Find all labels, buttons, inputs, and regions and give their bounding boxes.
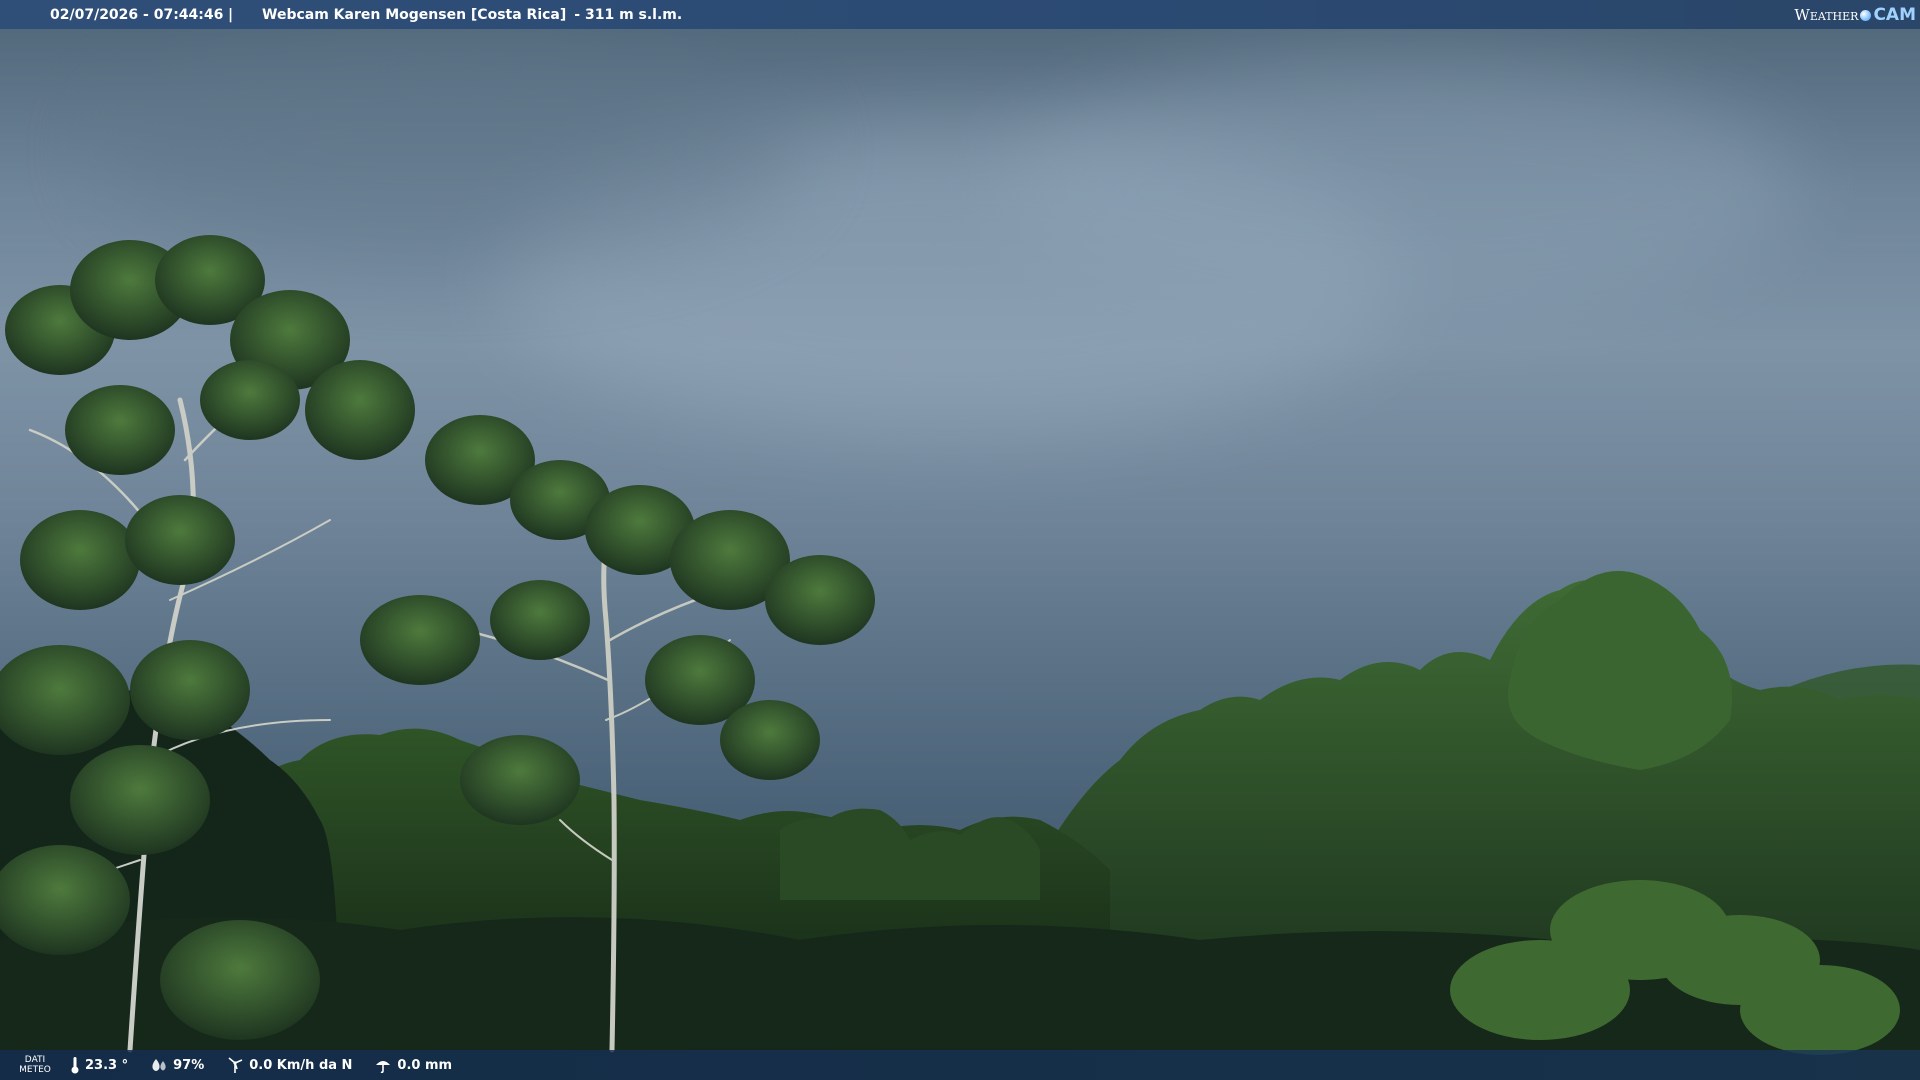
humidity-icon [152, 1059, 166, 1071]
timestamp: 02/07/2026 - 07:44:46 [50, 6, 224, 23]
webcam-title: Webcam Karen Mogensen [Costa Rica] [262, 6, 567, 23]
wind-icon [228, 1057, 243, 1073]
top-info-bar: 02/07/2026 - 07:44:46 | Webcam Karen Mog… [0, 0, 1920, 29]
logo-text-weather: Weather [1794, 6, 1859, 24]
webcam-frame: 02/07/2026 - 07:44:46 | Webcam Karen Mog… [0, 0, 1920, 1080]
humidity-stat: 97% [150, 1057, 204, 1073]
wind-stat: 0.0 Km/h da N [226, 1056, 352, 1074]
separator: | [228, 6, 234, 23]
logo-globe-icon [1860, 9, 1872, 21]
center-horizon-trees [780, 808, 1040, 900]
thermometer-icon [71, 1057, 79, 1074]
rain-value: 0.0 mm [397, 1057, 453, 1073]
humidity-value: 97% [173, 1057, 205, 1073]
wind-value: 0.0 Km/h da N [249, 1057, 353, 1073]
forest-scene [0, 235, 1920, 1080]
rain-gauge-icon [376, 1061, 391, 1073]
rain-stat: 0.0 mm [374, 1057, 452, 1073]
meteo-label-line1: DATI [24, 1055, 46, 1065]
weather-data-bar: DATI METEO 23.3 ° 97% 0.0 Km/h da N 0.0 … [0, 1050, 1920, 1080]
logo-text-cam: CAM [1873, 5, 1916, 25]
elevation-label: - 311 m s.l.m. [574, 6, 683, 23]
temperature-stat: 23.3 ° [70, 1056, 128, 1074]
temperature-value: 23.3 ° [85, 1057, 129, 1073]
meteo-label: DATI METEO [0, 1055, 70, 1075]
weathercam-logo: Weather CAM [1794, 4, 1916, 26]
meteo-label-line2: METEO [19, 1065, 51, 1075]
